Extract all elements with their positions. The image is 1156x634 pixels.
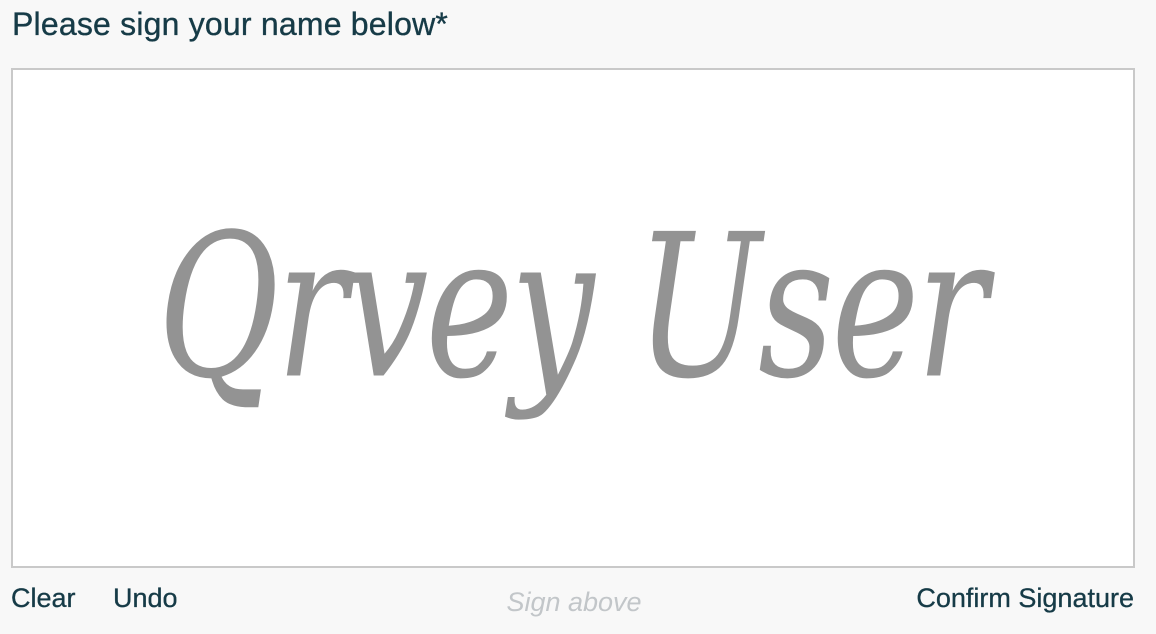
confirm-signature-button[interactable]: Confirm Signature — [916, 582, 1134, 614]
signature-stroke: Qrvey User — [157, 191, 994, 422]
signature-pad[interactable]: Qrvey User — [11, 68, 1135, 568]
signature-actions: Clear Undo Sign above Confirm Signature — [0, 578, 1156, 628]
signature-drawing: Qrvey User — [157, 191, 998, 422]
clear-button[interactable]: Clear — [11, 582, 76, 614]
question-title: Please sign your name below* — [12, 6, 449, 42]
undo-button[interactable]: Undo — [113, 582, 178, 614]
signature-question: Please sign your name below* Qrvey User … — [0, 0, 1156, 634]
